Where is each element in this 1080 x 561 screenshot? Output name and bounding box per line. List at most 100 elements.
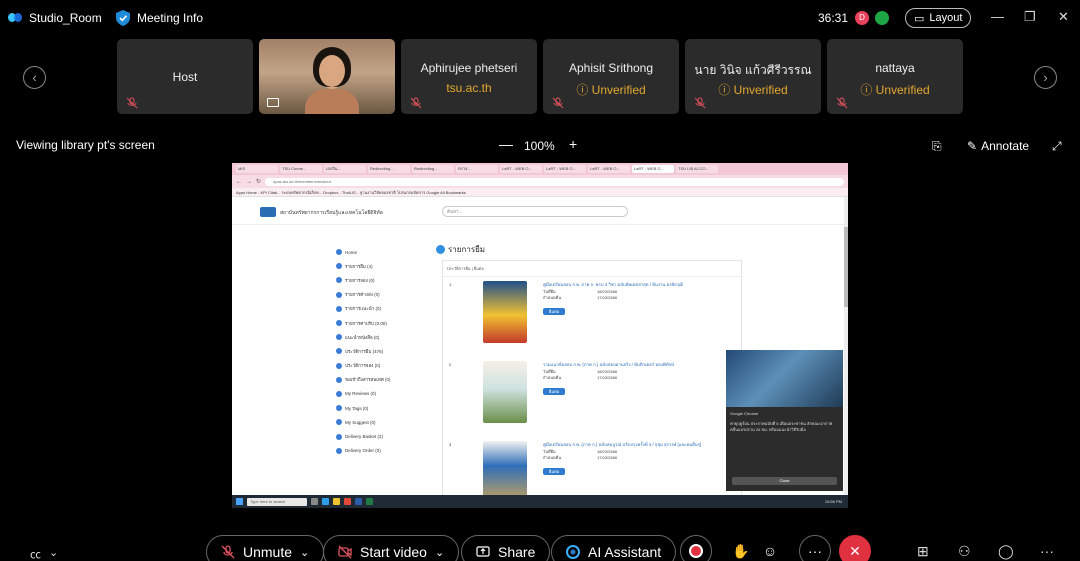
notification-close-button[interactable]: Close	[732, 477, 837, 485]
menu-item[interactable]: รายการแนะนำ (0)	[336, 302, 426, 316]
leave-meeting-button[interactable]: ✕	[839, 535, 871, 561]
restore-button[interactable]: ❐	[1024, 9, 1036, 25]
meeting-info-button[interactable]: Meeting Info	[116, 10, 203, 26]
ai-assistant-button[interactable]: AI Assistant	[551, 535, 677, 561]
layout-button[interactable]: ▭ Layout	[905, 8, 972, 28]
browser-tab[interactable]: ตรวจ...	[456, 165, 498, 173]
reload-icon[interactable]: ↻	[256, 178, 261, 185]
renew-button[interactable]: ยืมต่อ	[543, 468, 565, 475]
chrome-notification[interactable]: Google Chrome พายุฤดูร้อน ประกาศฉบับที่ …	[726, 407, 843, 491]
menu-item[interactable]: ประวัติการจอง (0)	[336, 359, 426, 373]
due-date: 17/03/2568	[597, 375, 618, 380]
browser-tab[interactable]: TSU Conne...	[280, 165, 322, 173]
chat-icon[interactable]: ◯	[998, 543, 1014, 560]
menu-item[interactable]: Delivery Basket (2)	[336, 429, 426, 443]
unmute-button[interactable]: Unmute ⌄	[206, 535, 325, 561]
browser-tab-active[interactable]: LaRT - WEB O...	[632, 165, 674, 173]
participant-tile-aphirujee[interactable]: Aphirujee phetseri tsu.ac.th	[401, 39, 537, 114]
book-title-link[interactable]: คู่มือเตรียมสอบ ก.พ. (ภาค ก.) ฉบับสมบูรณ…	[543, 441, 743, 448]
due-date: 17/03/2568	[597, 455, 618, 460]
word-icon[interactable]	[355, 498, 362, 505]
minimize-button[interactable]: —	[991, 9, 1004, 24]
captions-button[interactable]: ㏄ ⌄	[30, 546, 58, 561]
participant-video-face-front	[319, 55, 345, 87]
muted-mic-icon	[410, 97, 422, 109]
menu-item[interactable]: แนะนำหนังสือ (0)	[336, 330, 426, 344]
remote-control-icon[interactable]: ⎘	[932, 139, 942, 154]
more-options-button[interactable]: ···	[799, 535, 831, 561]
close-window-button[interactable]: ✕	[1058, 9, 1069, 25]
apps-icon[interactable]: ⊞	[917, 543, 929, 560]
participant-tile-video[interactable]	[259, 39, 395, 114]
menu-item[interactable]: My Suggest (0)	[336, 415, 426, 429]
participant-tile-nattaya[interactable]: nattaya ⓘ Unverified	[827, 39, 963, 114]
next-participants-button[interactable]: ›	[1034, 66, 1057, 89]
menu-item[interactable]: รายการค้างส่ง (0)	[336, 288, 426, 302]
participant-name: นาย วินิจ แก้วศีรีวรรณ	[694, 63, 812, 77]
annotate-label: Annotate	[981, 139, 1030, 153]
zoom-in-button[interactable]: +	[569, 136, 577, 152]
browser-tab[interactable]: LaRT - WEB O...	[544, 165, 586, 173]
windows-start-icon[interactable]	[236, 498, 243, 505]
browser-tab[interactable]: เอกสิน...	[324, 165, 366, 173]
reactions-button[interactable]: ☺	[754, 535, 786, 561]
browser-tab[interactable]: LaRT - WEB O...	[588, 165, 630, 173]
taskbar-search[interactable]: Type here to search	[247, 497, 307, 506]
participant-tile-host[interactable]: Host	[117, 39, 253, 114]
browser-tab[interactable]: Redirecting...	[412, 165, 454, 173]
menu-icon	[336, 291, 342, 298]
menu-item[interactable]: ขอเข้าถึงสารสนเทศ (0)	[336, 373, 426, 387]
menu-item[interactable]: รายการจอง (0)	[336, 273, 426, 287]
browser-tab[interactable]: LaRT - WEB O...	[500, 165, 542, 173]
back-icon[interactable]: ←	[236, 179, 242, 185]
menu-item[interactable]: รายการค่าปรับ (0.00)	[336, 316, 426, 330]
previous-participants-button[interactable]: ‹	[23, 66, 46, 89]
book-meta-values: 18/03/2568 17/03/2568	[597, 369, 617, 381]
book-title-link[interactable]: รวมแนวข้อสอบ ก.พ. (ภาค ก.) ฉบับสอบผ่านจร…	[543, 361, 743, 368]
task-view-icon[interactable]	[311, 498, 318, 505]
edge-icon[interactable]	[322, 498, 329, 505]
shared-screen[interactable]: MIS TSU Conne... เอกสิน... Redirecting..…	[232, 163, 848, 508]
browser-tab[interactable]: MIS	[236, 165, 278, 173]
loan-row: 2 รวมแนวข้อสอบ ก.พ. (ภาค ก.) ฉบับสอบผ่าน…	[447, 361, 743, 431]
network-signal-icon[interactable]	[875, 11, 889, 25]
url-field[interactable]: opac.tsu.ac.th/member/checkout	[265, 177, 844, 186]
row-number: 3	[449, 442, 452, 447]
share-button[interactable]: Share	[461, 535, 551, 561]
menu-item[interactable]: Home	[336, 245, 426, 259]
menu-item[interactable]: My Tags (0)	[336, 401, 426, 415]
browser-tab[interactable]: TSU LIB ACCO...	[676, 165, 718, 173]
menu-item[interactable]: รายการยืม (4)	[336, 259, 426, 273]
notification-source: Google Chrome	[730, 411, 759, 416]
book-title-link[interactable]: คู่มือเตรียมสอบ ก.พ. ภาค ก. ครบ 4 วิชา ฉ…	[543, 281, 743, 288]
zoom-out-button[interactable]: —	[499, 136, 513, 152]
participants-icon[interactable]: ⚇	[958, 543, 971, 560]
page-scrollbar[interactable]	[844, 197, 848, 495]
more-panels-icon[interactable]: ···	[1040, 543, 1054, 559]
raise-hand-button[interactable]: ✋	[725, 535, 757, 561]
start-video-button[interactable]: Start video ⌄	[323, 535, 460, 561]
hand-icon: ✋	[732, 542, 750, 559]
participant-tile-winit[interactable]: นาย วินิจ แก้วศีรีวรรณ ⓘ Unverified	[685, 39, 821, 114]
menu-item[interactable]: My Reviews (0)	[336, 387, 426, 401]
borrow-date: 18/03/2568	[597, 369, 618, 374]
arrow-circle-icon	[436, 245, 445, 254]
forward-icon[interactable]: →	[246, 179, 252, 185]
browser-tab[interactable]: Redirecting...	[368, 165, 410, 173]
chrome-icon[interactable]	[344, 498, 351, 505]
record-button[interactable]	[680, 535, 712, 561]
annotate-button[interactable]: ✎ Annotate	[967, 139, 1029, 153]
explorer-icon[interactable]	[333, 498, 340, 505]
menu-item[interactable]: Delivery Order (0)	[336, 444, 426, 458]
renew-button[interactable]: ยืมต่อ	[543, 388, 565, 395]
excel-icon[interactable]	[366, 498, 373, 505]
start-video-label: Start video	[360, 544, 427, 560]
participant-tile-aphisit[interactable]: Aphisit Srithong ⓘ Unverified	[543, 39, 679, 114]
site-search-input[interactable]: ค้นหา...	[442, 206, 628, 217]
renew-button[interactable]: ยืมต่อ	[543, 308, 565, 315]
recording-indicator[interactable]: D	[855, 11, 869, 25]
menu-item[interactable]: ประวัติการยืม (476)	[336, 344, 426, 358]
fullscreen-icon[interactable]: ⤢	[1052, 139, 1062, 154]
loan-list-area: รายการยืม ประวัติการยืม | ยืมต่อ 1 คู่มื…	[436, 243, 746, 508]
borrow-date: 18/03/2568	[597, 289, 618, 294]
